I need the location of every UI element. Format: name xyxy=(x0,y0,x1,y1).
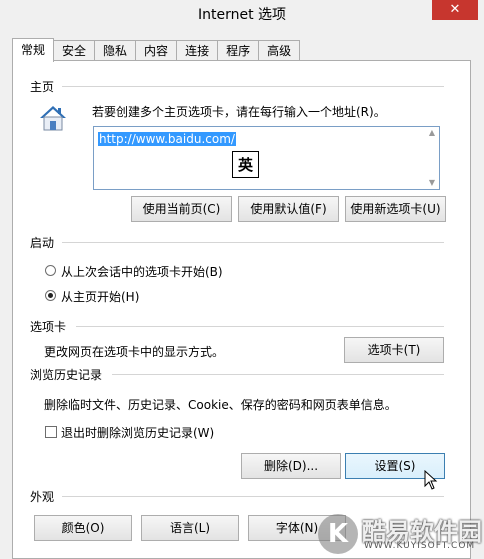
history-description: 删除临时文件、历史记录、Cookie、保存的密码和网页表单信息。 xyxy=(44,398,397,412)
tab-security[interactable]: 安全 xyxy=(53,40,96,61)
mouse-cursor-icon xyxy=(424,470,438,490)
watermark-url: WWW.KUYISOFT.COM xyxy=(364,541,476,551)
title-bar: Internet 选项 ✕ xyxy=(0,0,484,28)
languages-button[interactable]: 语言(L) xyxy=(141,515,239,541)
delete-on-exit-checkbox[interactable] xyxy=(45,426,57,438)
history-divider xyxy=(112,374,444,375)
window-title: Internet 选项 xyxy=(197,7,287,23)
scroll-down-icon[interactable]: ▼ xyxy=(427,178,437,187)
close-button[interactable]: ✕ xyxy=(432,0,478,20)
tab-advanced[interactable]: 高级 xyxy=(258,40,301,61)
startup-section-title: 启动 xyxy=(30,236,55,250)
tabs-settings-button[interactable]: 选项卡(T) xyxy=(344,337,444,363)
startup-home-label: 从主页开始(H) xyxy=(61,290,140,304)
tab-general[interactable]: 常规 xyxy=(12,38,55,62)
tab-privacy[interactable]: 隐私 xyxy=(94,40,137,61)
use-default-button[interactable]: 使用默认值(F) xyxy=(238,196,339,222)
appearance-section-title: 外观 xyxy=(30,490,55,504)
delete-on-exit-label: 退出时删除浏览历史记录(W) xyxy=(61,426,215,440)
tab-connections[interactable]: 连接 xyxy=(176,40,219,61)
startup-last-session-radio[interactable] xyxy=(45,265,56,276)
watermark: K 酷易软件园 WWW.KUYISOFT.COM xyxy=(318,510,484,559)
appearance-divider xyxy=(62,496,444,497)
tabs-description: 更改网页在选项卡中的显示方式。 xyxy=(44,345,225,359)
watermark-logo: K xyxy=(318,514,358,554)
startup-last-session-label: 从上次会话中的选项卡开始(B) xyxy=(61,265,223,279)
scroll-up-icon[interactable]: ▲ xyxy=(427,128,437,137)
colors-button[interactable]: 颜色(O) xyxy=(34,515,132,541)
tabs-section-title: 选项卡 xyxy=(30,320,67,334)
tab-programs[interactable]: 程序 xyxy=(217,40,260,61)
tab-content[interactable]: 内容 xyxy=(135,40,178,61)
home-url-textarea[interactable]: http://www.baidu.com/ 英 ▲ ▼ xyxy=(93,126,440,190)
tab-strip: 常规 安全 隐私 内容 连接 程序 高级 xyxy=(12,38,301,62)
use-current-button[interactable]: 使用当前页(C) xyxy=(131,196,232,222)
ime-indicator: 英 xyxy=(232,151,259,178)
use-new-tab-button[interactable]: 使用新选项卡(U) xyxy=(345,196,446,222)
home-icon xyxy=(40,106,66,131)
home-divider xyxy=(62,86,444,87)
history-section-title: 浏览历史记录 xyxy=(30,368,103,382)
home-url-value: http://www.baidu.com/ xyxy=(98,132,236,146)
home-section-title: 主页 xyxy=(30,80,55,94)
home-instruction: 若要创建多个主页选项卡，请在每行输入一个地址(R)。 xyxy=(92,105,386,119)
tabs-divider xyxy=(76,326,444,327)
delete-history-button[interactable]: 删除(D)... xyxy=(241,453,341,479)
startup-home-radio[interactable] xyxy=(45,290,56,301)
startup-divider xyxy=(62,242,444,243)
